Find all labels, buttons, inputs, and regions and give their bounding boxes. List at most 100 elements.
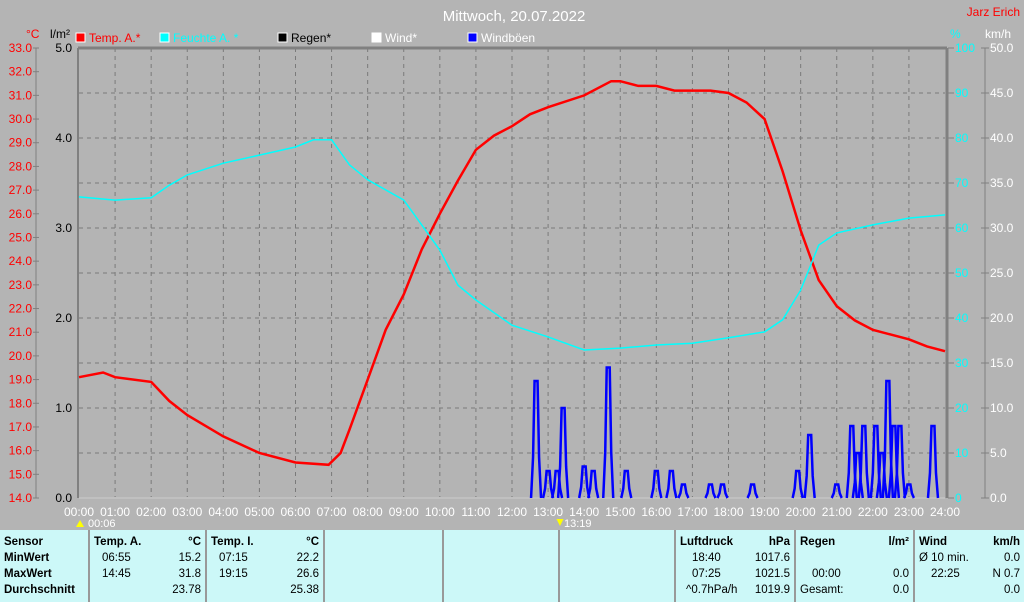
sensor-column: Sensor MinWert MaxWert Durchschnitt	[0, 530, 88, 602]
x-tick-label: 16:00	[641, 505, 671, 519]
empty-column-1	[323, 530, 442, 602]
wind-tick-label: 5.0	[990, 446, 1007, 460]
humidity-tick-label: 50	[955, 266, 969, 280]
temp-i-min: 22.2	[296, 552, 319, 564]
temp-a-column: Temp. A. °C 06:55 15.2 14:45 31.8 23.78	[88, 530, 205, 602]
rain-header: Regen	[800, 536, 836, 548]
wind-tick-label: 45.0	[990, 86, 1014, 100]
temp-i-avg: 25.38	[290, 584, 319, 596]
x-tick-label: 10:00	[425, 505, 455, 519]
gust-peak	[704, 483, 717, 499]
rain-max: 0.0	[893, 568, 909, 580]
wind-last: 0.0	[1004, 584, 1020, 596]
gust-peak	[620, 469, 633, 499]
x-tick-label: 01:00	[100, 505, 130, 519]
legend-swatch-1	[159, 32, 170, 43]
gust-peak	[556, 406, 570, 499]
mid-marker-label: 13:19	[564, 518, 592, 530]
wind-max: N 0.7	[992, 568, 1021, 580]
x-tick-label: 22:00	[858, 505, 888, 519]
humidity-tick-label: 90	[955, 86, 969, 100]
temp-axis-unit: °C	[26, 27, 40, 41]
x-tick-label: 14:00	[569, 505, 599, 519]
row-label-max: MaxWert	[4, 568, 52, 580]
x-tick-label: 07:00	[317, 505, 347, 519]
gust-peak	[716, 483, 729, 499]
temp-tick-label: 14.0	[9, 491, 33, 505]
temp-tick-label: 19.0	[9, 373, 33, 387]
humidity-tick-label: 40	[955, 311, 969, 325]
temp-a-min-time: 06:55	[102, 552, 131, 564]
x-tick-label: 02:00	[136, 505, 166, 519]
gust-peak	[529, 379, 543, 499]
wind-axis-unit: km/h	[985, 27, 1011, 41]
rain-tick-label: 4.0	[55, 131, 72, 145]
temp-tick-label: 24.0	[9, 254, 33, 268]
pressure-header: Luftdruck	[680, 536, 734, 548]
temp-i-column: Temp. I. °C 07:15 22.2 19:15 26.6 25.38	[205, 530, 323, 602]
chart-title: Mittwoch, 20.07.2022	[443, 8, 586, 25]
legend-label-0: Temp. A.*	[89, 31, 141, 45]
pressure-min-time: 18:40	[692, 552, 721, 564]
temp-i-max: 26.6	[296, 568, 319, 580]
pressure-max: 1021.5	[754, 568, 790, 580]
x-tick-label: 18:00	[713, 505, 743, 519]
x-tick-label: 06:00	[280, 505, 310, 519]
pressure-max-time: 07:25	[692, 568, 721, 580]
temp-tick-label: 26.0	[9, 207, 33, 221]
x-tick-label: 05:00	[244, 505, 274, 519]
temp-a-header: Temp. A.	[94, 536, 142, 548]
temp-tick-label: 30.0	[9, 112, 33, 126]
temp-tick-label: 22.0	[9, 302, 33, 316]
temp-tick-label: 16.0	[9, 444, 33, 458]
legend-label-3: Wind*	[385, 31, 417, 45]
max-marker-arrow	[556, 519, 564, 526]
temp-a-max-time: 14:45	[102, 568, 131, 580]
temp-tick-label: 17.0	[9, 420, 33, 434]
summary-table: Sensor MinWert MaxWert Durchschnitt Temp…	[0, 530, 1024, 602]
wind-tick-label: 30.0	[990, 221, 1014, 235]
wind-max-time: 22:25	[931, 568, 960, 580]
x-tick-label: 17:00	[677, 505, 707, 519]
pressure-avg: 1019.9	[754, 584, 790, 596]
temp-tick-label: 20.0	[9, 349, 33, 363]
gust-peak	[601, 366, 615, 499]
gust-peak	[857, 424, 871, 499]
rain-total-label: Gesamt:	[800, 584, 844, 596]
rain-tick-label: 1.0	[55, 401, 72, 415]
x-tick-label: 24:00	[930, 505, 960, 519]
x-tick-label: 11:00	[461, 505, 490, 519]
x-tick-label: 13:00	[533, 505, 563, 519]
legend-swatch-0	[75, 32, 86, 43]
rain-total: 0.0	[893, 584, 909, 596]
gust-peak	[665, 469, 678, 499]
x-tick-label: 19:00	[750, 505, 780, 519]
legend-swatch-2	[277, 32, 288, 43]
x-tick-label: 03:00	[172, 505, 202, 519]
rain-tick-label: 5.0	[55, 41, 72, 55]
temp-tick-label: 18.0	[9, 396, 33, 410]
author-label: Jarz Erich	[967, 5, 1020, 19]
rain-tick-label: 2.0	[55, 311, 72, 325]
temp-i-max-time: 19:15	[219, 568, 248, 580]
gust-peak	[677, 483, 690, 499]
rain-max-time: 00:00	[812, 568, 841, 580]
rain-unit: l/m²	[888, 536, 909, 548]
pressure-unit: hPa	[768, 536, 790, 548]
rain-tick-label: 3.0	[55, 221, 72, 235]
wind-tick-label: 40.0	[990, 131, 1014, 145]
min-marker-arrow	[76, 520, 84, 527]
temp-a-max: 31.8	[178, 568, 201, 580]
wind-unit: km/h	[993, 536, 1020, 548]
temp-tick-label: 15.0	[9, 467, 33, 481]
humidity-tick-label: 60	[955, 221, 969, 235]
gust-peak	[746, 483, 759, 499]
wind-avg-label: Ø 10 min.	[919, 552, 969, 564]
wind-tick-label: 20.0	[990, 311, 1014, 325]
temp-i-header: Temp. I.	[211, 536, 254, 548]
wind-avg: 0.0	[1004, 552, 1020, 564]
legend-label-2: Regen*	[291, 31, 331, 45]
temp-a-unit: °C	[188, 536, 201, 548]
temp-tick-label: 27.0	[9, 183, 33, 197]
humidity-axis-unit: %	[950, 27, 961, 41]
